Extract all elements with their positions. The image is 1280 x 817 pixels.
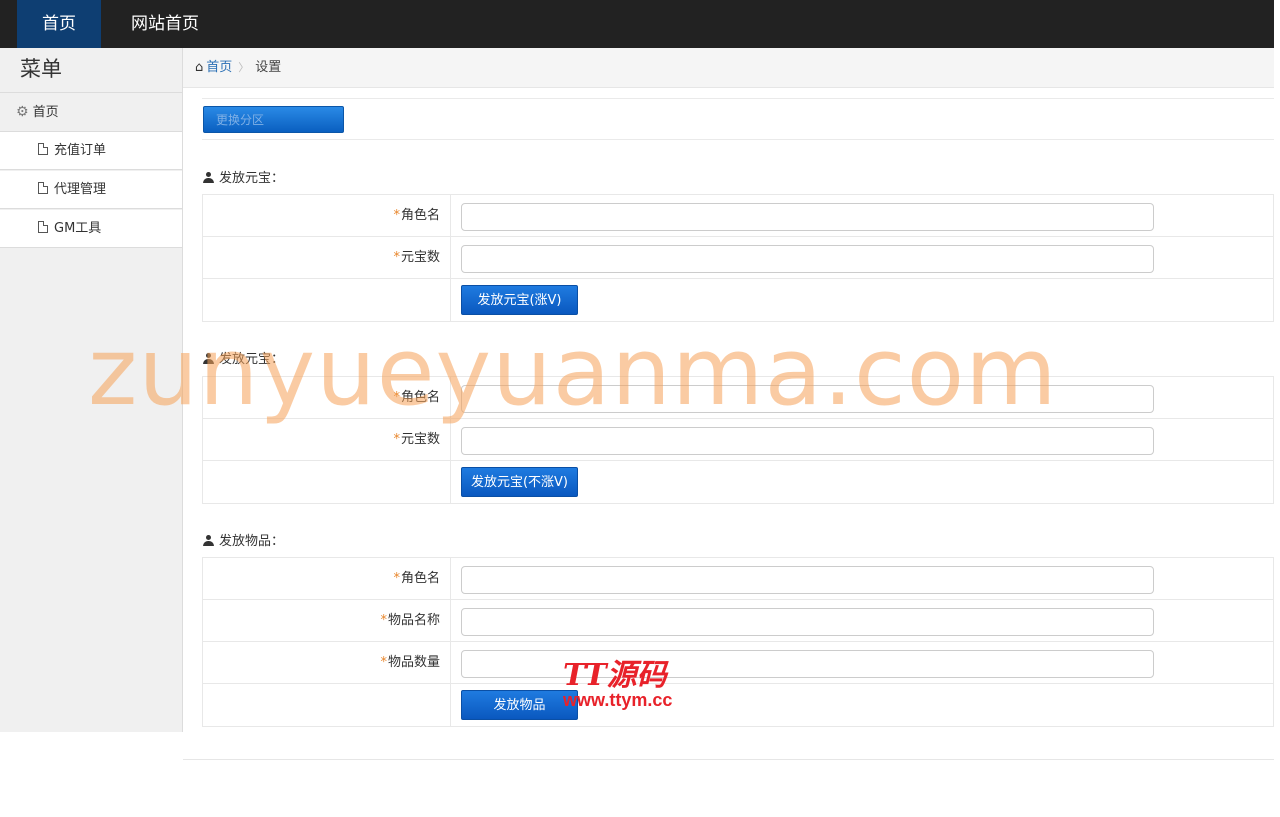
sidebar-item-label: 代理管理: [54, 182, 107, 197]
field-label-text: 角色名: [400, 390, 440, 405]
item-name-input[interactable]: [461, 608, 1154, 636]
field-label: *角色名: [203, 377, 451, 418]
send-items-button[interactable]: 发放物品: [461, 690, 578, 720]
required-mark: *: [393, 208, 400, 223]
section-title-text: 发放物品：: [219, 534, 285, 549]
role-name-input[interactable]: [461, 203, 1154, 231]
send-ingot-vip-button[interactable]: 发放元宝(涨V): [461, 285, 578, 315]
ingot-amount-input[interactable]: [461, 427, 1154, 455]
divider: [183, 759, 1274, 760]
form-row: *角色名: [203, 558, 1273, 600]
field-label: *元宝数: [203, 237, 451, 278]
file-icon: [38, 182, 48, 194]
user-icon: [202, 172, 215, 183]
required-mark: *: [393, 250, 400, 265]
sidebar-item-gm-tools[interactable]: GM工具: [0, 210, 182, 248]
breadcrumb-separator: 〉: [238, 61, 250, 74]
topnav-home[interactable]: 首页: [17, 0, 101, 48]
topnav-site-home[interactable]: 网站首页: [118, 0, 212, 48]
sidebar-item-label: 首页: [32, 105, 59, 120]
field-label-empty: [203, 461, 451, 503]
required-mark: *: [380, 655, 387, 670]
field-label-text: 元宝数: [400, 432, 440, 447]
required-mark: *: [393, 390, 400, 405]
form-row: 发放物品: [203, 684, 1273, 726]
form-row: *物品名称: [203, 600, 1273, 642]
file-icon: [38, 143, 48, 155]
form-items: *角色名 *物品名称 *物品数量 发放物品: [202, 557, 1274, 727]
role-name-input[interactable]: [461, 566, 1154, 594]
sidebar-item-label: 充值订单: [54, 143, 107, 158]
sidebar-item-home[interactable]: ⚙ 首页: [0, 94, 182, 132]
field-label-text: 角色名: [400, 208, 440, 223]
required-mark: *: [393, 432, 400, 447]
field-label: *物品名称: [203, 600, 451, 641]
sidebar-item-label: GM工具: [54, 221, 102, 236]
top-navbar: 首页 网站首页: [0, 0, 1274, 48]
home-icon: ⌂: [195, 60, 204, 75]
field-label: *物品数量: [203, 642, 451, 683]
field-label-empty: [203, 279, 451, 321]
breadcrumb-home-link[interactable]: 首页: [206, 60, 232, 75]
sidebar: 菜单 ⚙ 首页 充值订单 代理管理 GM工具: [0, 48, 183, 732]
user-icon: [202, 535, 215, 546]
item-quantity-input[interactable]: [461, 650, 1154, 678]
breadcrumb-current: 设置: [255, 60, 282, 75]
field-label-text: 物品名称: [387, 613, 440, 628]
section-title-ingot-v: 发放元宝：: [202, 167, 284, 186]
required-mark: *: [380, 613, 387, 628]
change-partition-button[interactable]: 更换分区: [203, 106, 344, 133]
form-row: 发放元宝(不涨V): [203, 461, 1273, 503]
required-mark: *: [393, 571, 400, 586]
form-row: 发放元宝(涨V): [203, 279, 1273, 321]
section-title-ingot-no-v: 发放元宝：: [202, 348, 284, 367]
sidebar-item-recharge-orders[interactable]: 充值订单: [0, 132, 182, 170]
field-label-text: 物品数量: [387, 655, 440, 670]
field-label-text: 元宝数: [400, 250, 440, 265]
sidebar-item-agent-management[interactable]: 代理管理: [0, 171, 182, 209]
section-title-items: 发放物品：: [202, 530, 284, 549]
form-row: *元宝数: [203, 419, 1273, 461]
gear-icon: ⚙: [16, 104, 29, 120]
form-row: *元宝数: [203, 237, 1273, 279]
form-ingot-v: *角色名 *元宝数 发放元宝(涨V): [202, 194, 1274, 322]
breadcrumb: ⌂ 首页〉设置: [183, 48, 1274, 88]
ingot-amount-input[interactable]: [461, 245, 1154, 273]
field-label: *元宝数: [203, 419, 451, 460]
user-icon: [202, 353, 215, 364]
sidebar-title: 菜单: [0, 48, 182, 93]
form-row: *物品数量: [203, 642, 1273, 684]
field-label-text: 角色名: [400, 571, 440, 586]
field-label: *角色名: [203, 558, 451, 599]
field-label: *角色名: [203, 195, 451, 236]
partition-row: 更换分区: [202, 98, 1274, 140]
role-name-input[interactable]: [461, 385, 1154, 413]
send-ingot-no-vip-button[interactable]: 发放元宝(不涨V): [461, 467, 578, 497]
form-ingot-no-v: *角色名 *元宝数 发放元宝(不涨V): [202, 376, 1274, 504]
section-title-text: 发放元宝：: [219, 171, 285, 186]
form-row: *角色名: [203, 377, 1273, 419]
section-title-text: 发放元宝：: [219, 352, 285, 367]
file-icon: [38, 221, 48, 233]
form-row: *角色名: [203, 195, 1273, 237]
field-label-empty: [203, 684, 451, 726]
